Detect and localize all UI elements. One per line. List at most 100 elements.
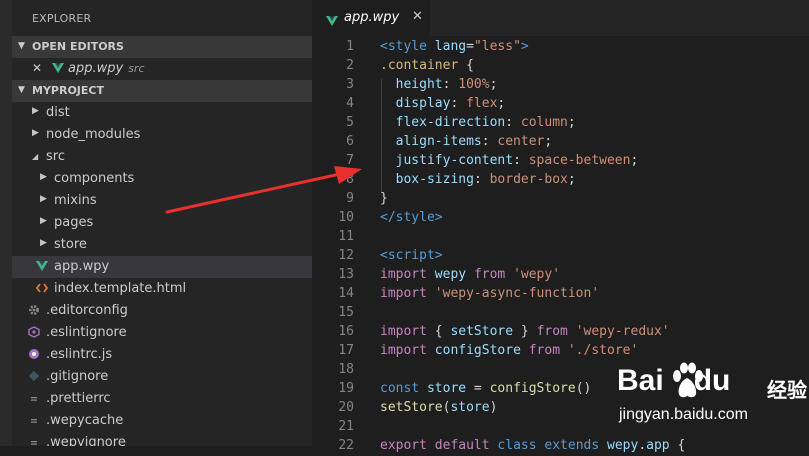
code-line: 6 align-items: center;	[312, 133, 809, 152]
code-token: style	[387, 39, 427, 54]
code-token: }	[513, 324, 537, 339]
code-token: >	[520, 39, 529, 54]
code-token: 'wepy'	[513, 267, 561, 282]
code-token: ;	[630, 153, 639, 168]
code-token: =	[466, 381, 490, 396]
code-line: 17 import configStore from './store'	[312, 342, 809, 361]
code-token: column	[520, 115, 568, 130]
chevron-right-icon: ▶	[40, 172, 47, 182]
line-number: 9	[346, 191, 354, 206]
code-token: {	[426, 324, 451, 339]
code-text: flex-direction: column;	[380, 115, 576, 130]
activity-bar-edge	[0, 0, 12, 446]
code-line: 9}	[312, 190, 809, 209]
code-line: 10 </style>	[312, 209, 809, 228]
file-icon	[28, 436, 40, 446]
tree-item[interactable]: ▶ components	[12, 168, 312, 190]
code-text: justify-content: space-between;	[380, 153, 639, 168]
tree-item[interactable]: ▶ store	[12, 234, 312, 256]
eslint-circle-icon	[28, 348, 40, 364]
code-text: const store = configStore()	[380, 381, 591, 396]
tree-item[interactable]: app.wpy	[12, 256, 312, 278]
tree-item[interactable]: .wepycache	[12, 410, 312, 432]
tree-item[interactable]: .editorconfig	[12, 300, 312, 322]
code-token: )	[489, 400, 498, 415]
tree-item[interactable]: ▶ dist	[12, 102, 312, 124]
chevron-right-icon: ▶	[32, 128, 39, 138]
code-text: <style lang="less">	[380, 39, 529, 54]
code-token: ;	[567, 172, 576, 187]
tree-item[interactable]: .gitignore	[12, 366, 312, 388]
file-icon	[28, 414, 40, 430]
code-token: flex	[466, 96, 498, 111]
code-line: 15	[312, 304, 809, 323]
close-icon[interactable]: ✕	[32, 61, 42, 75]
chevron-right-icon: ▶	[40, 216, 47, 226]
project-header[interactable]: ▼ MYPROJECT	[12, 80, 312, 102]
line-number: 12	[338, 248, 354, 263]
code-token: box-sizing	[395, 172, 474, 187]
code-token: configStore	[489, 381, 576, 396]
code-token: <	[380, 39, 388, 54]
code-token: >	[434, 248, 443, 263]
open-editor-item[interactable]: ✕ app.wpy src	[12, 58, 312, 80]
code-text: .container {	[380, 58, 474, 73]
code-token: justify-content	[395, 153, 514, 168]
tree-item[interactable]: .wepyignore	[12, 432, 312, 446]
tree-item-label: dist	[46, 105, 70, 120]
watermark-brand: Bai	[617, 364, 664, 397]
line-number: 2	[346, 58, 354, 73]
vue-icon	[36, 260, 48, 276]
code-token: setStore	[450, 324, 514, 339]
code-text: align-items: center;	[380, 134, 553, 149]
line-number: 4	[346, 96, 354, 111]
vue-icon	[326, 12, 338, 31]
tree-item[interactable]: .eslintrc.js	[12, 344, 312, 366]
tree-item-label: pages	[54, 215, 94, 230]
tree-item[interactable]: ▶ pages	[12, 212, 312, 234]
line-number: 5	[346, 115, 354, 130]
tree-item-label: .prettierrc	[46, 391, 111, 406]
tree-item[interactable]: index.template.html	[12, 278, 312, 300]
tree-item-label: components	[54, 171, 135, 186]
line-number: 20	[338, 400, 354, 415]
code-token: configStore	[434, 343, 521, 358]
code-token: =	[466, 39, 474, 54]
code-token: style	[395, 210, 435, 225]
code-token: import	[380, 324, 427, 339]
chevron-right-icon: ▶	[40, 238, 47, 248]
line-number: 3	[346, 77, 354, 92]
code-text: </style>	[380, 210, 443, 225]
code-token: 'wepy-async-function'	[434, 286, 600, 301]
code-token: lang	[434, 39, 467, 54]
tree-item[interactable]: ◢ src	[12, 146, 312, 168]
line-number: 13	[338, 267, 354, 282]
tree-item[interactable]: ▶ node_modules	[12, 124, 312, 146]
line-number: 21	[338, 419, 354, 434]
tree-item-label: mixins	[54, 193, 97, 208]
tree-item[interactable]: ▶ mixins	[12, 190, 312, 212]
code-token: center	[497, 134, 545, 149]
tab-app-wpy[interactable]: app.wpy ✕	[312, 0, 430, 36]
code-token: from	[473, 267, 506, 282]
tree-item[interactable]: .eslintignore	[12, 322, 312, 344]
close-icon[interactable]: ✕	[412, 9, 423, 24]
code-token: wepy	[434, 267, 467, 282]
chevron-down-icon: ◢	[32, 152, 39, 161]
chevron-right-icon: ▶	[40, 194, 47, 204]
code-token: from	[536, 324, 568, 339]
line-number: 16	[338, 324, 354, 339]
code-line: 22 export default class extends wepy.app …	[312, 437, 809, 456]
line-number: 15	[338, 305, 354, 320]
open-editors-header[interactable]: ▼ OPEN EDITORS	[12, 36, 312, 58]
code-text: setStore(store)	[380, 400, 497, 415]
tree-item[interactable]: .prettierrc	[12, 388, 312, 410]
